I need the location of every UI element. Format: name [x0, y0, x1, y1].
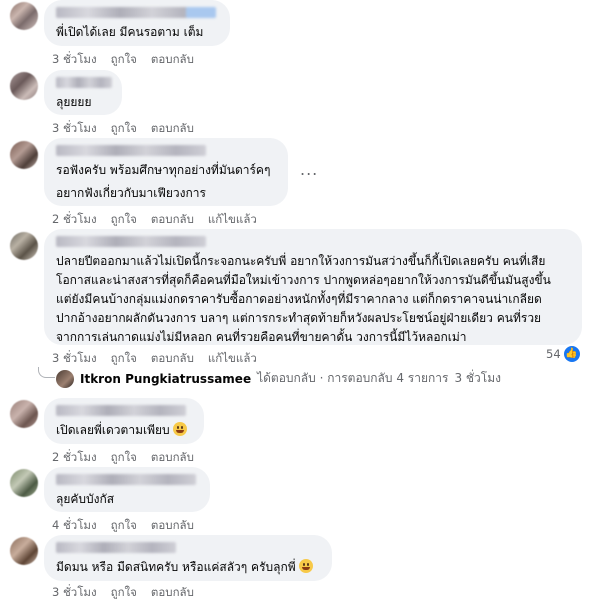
- avatar[interactable]: [10, 141, 38, 169]
- like-link[interactable]: ถูกใจ: [111, 120, 137, 138]
- more-options-icon[interactable]: ...: [300, 160, 318, 179]
- reply-link[interactable]: ตอบกลับ: [151, 51, 194, 69]
- reply-link[interactable]: ตอบกลับ: [151, 211, 194, 229]
- comment-text: พี่เปิดได้เลย มีคนรอตาม เต็ม: [56, 25, 204, 39]
- view-replies-link[interactable]: Itkron Pungkiatrussamee ได้ตอบกลับ · การ…: [38, 367, 501, 388]
- reaction-summary[interactable]: 54 👍: [546, 346, 580, 362]
- grinning-emoji: [172, 422, 187, 436]
- blurred-author-name[interactable]: [56, 77, 112, 88]
- comment-bubble: มีดมน หรือ มืดสนิทครับ หรือแค่สลัวๆ ครับ…: [44, 535, 332, 581]
- comment-bubble: พี่เปิดได้เลย มีคนรอตาม เต็ม: [44, 0, 230, 46]
- like-link[interactable]: ถูกใจ: [111, 51, 137, 69]
- blurred-author-name[interactable]: [56, 542, 176, 553]
- avatar[interactable]: [10, 72, 38, 100]
- edited-label: แก้ไขแล้ว: [207, 212, 257, 226]
- avatar[interactable]: [10, 537, 38, 565]
- comment-bubble: ลุยยยย: [44, 70, 122, 115]
- comment-text: อยากฟังเกี่ยวกับมาเฟียวงการ: [56, 186, 206, 200]
- edited-label: แก้ไขแล้ว: [207, 351, 257, 365]
- comment-text: มีดมน หรือ มืดสนิทครับ หรือแค่สลัวๆ ครับ…: [56, 558, 320, 577]
- comment-time: 3 ชั่วโมง: [52, 121, 97, 135]
- like-link[interactable]: ถูกใจ: [111, 211, 137, 229]
- like-link[interactable]: ถูกใจ: [111, 517, 137, 535]
- grinning-emoji: [298, 559, 313, 573]
- blurred-author-name[interactable]: [56, 7, 216, 18]
- comment-actions: 3 ชั่วโมง ถูกใจ ตอบกลับ: [52, 51, 194, 69]
- comment-bubble: รอฟังครับ พร้อมศึกษาทุกอย่างที่มันดาร์คๆ…: [44, 138, 288, 206]
- reply-link[interactable]: ตอบกลับ: [151, 449, 194, 467]
- comment-text: ลุยยยย: [56, 95, 92, 109]
- comment-actions: 2 ชั่วโมง ถูกใจ ตอบกลับ แก้ไขแล้ว: [52, 211, 257, 229]
- reply-link[interactable]: ตอบกลับ: [151, 584, 194, 602]
- comment-actions: 2 ชั่วโมง ถูกใจ ตอบกลับ: [52, 449, 194, 467]
- like-link[interactable]: ถูกใจ: [111, 584, 137, 602]
- reply-link[interactable]: ตอบกลับ: [151, 517, 194, 535]
- reaction-count: 54: [546, 347, 561, 361]
- comment-text: ปลายปีตออกมาแล้วไม่เปิดนี้กระจอกนะครับพี…: [56, 254, 546, 268]
- comment-text: จากการเล่นกาดแม่งไม่มีหลอก คนที่รวยคือคน…: [56, 330, 467, 344]
- comment-text: รอฟังครับ พร้อมศึกษาทุกอย่างที่มันดาร์คๆ: [56, 163, 271, 177]
- comment-actions: 4 ชั่วโมง ถูกใจ ตอบกลับ: [52, 517, 194, 535]
- comment-bubble: ลุยคับบังกัส: [44, 467, 210, 512]
- like-reaction-icon: 👍: [563, 346, 580, 362]
- comment-text: ลุยคับบังกัส: [56, 492, 115, 506]
- comment-text: เปิดเลยพี่เดวตามเพียบ: [56, 421, 192, 440]
- comment-time: 3 ชั่วโมง: [52, 351, 97, 365]
- reply-time: 3 ชั่วโมง: [454, 371, 501, 385]
- reply-author-name: Itkron Pungkiatrussamee: [80, 371, 252, 386]
- avatar[interactable]: [10, 232, 38, 260]
- comment-text: ปากอ้างอยากผลักดันวงการ บลาๆ แต่การกระทำ…: [56, 311, 542, 325]
- comment-time: 2 ชั่วโมง: [52, 212, 97, 226]
- comment-time: 4 ชั่วโมง: [52, 518, 97, 532]
- comment-actions: 3 ชั่วโมง ถูกใจ ตอบกลับ: [52, 584, 194, 602]
- avatar[interactable]: [10, 469, 38, 497]
- blurred-author-name[interactable]: [56, 474, 196, 485]
- comment-time: 3 ชั่วโมง: [52, 585, 97, 599]
- comment-time: 2 ชั่วโมง: [52, 450, 97, 464]
- comment-bubble: เปิดเลยพี่เดวตามเพียบ: [44, 398, 204, 444]
- avatar[interactable]: [10, 2, 38, 30]
- like-link[interactable]: ถูกใจ: [111, 449, 137, 467]
- avatar: [56, 369, 74, 388]
- reply-connector-icon: [38, 367, 55, 378]
- blurred-author-name[interactable]: [56, 145, 206, 156]
- comment-time: 3 ชั่วโมง: [52, 52, 97, 66]
- comment-actions: 3 ชั่วโมง ถูกใจ ตอบกลับ แก้ไขแล้ว: [52, 350, 257, 368]
- comment-text: โอกาสและน่าสงสารที่สุดก็คือคนที่มือใหม่เ…: [56, 273, 551, 287]
- comment-actions: 3 ชั่วโมง ถูกใจ ตอบกลับ: [52, 120, 194, 138]
- reply-summary-text: ได้ตอบกลับ · การตอบกลับ 4 รายการ: [257, 371, 449, 385]
- blurred-author-name[interactable]: [56, 236, 206, 247]
- reply-link[interactable]: ตอบกลับ: [151, 120, 194, 138]
- comment-bubble: ปลายปีตออกมาแล้วไม่เปิดนี้กระจอกนะครับพี…: [44, 229, 582, 345]
- blurred-author-name[interactable]: [56, 405, 186, 416]
- avatar[interactable]: [10, 400, 38, 428]
- like-link[interactable]: ถูกใจ: [111, 350, 137, 368]
- comment-text: แต่ยังมีคนบ้างกลุ่มแม่งกดราคารับซื้อกาดอ…: [56, 292, 542, 306]
- reply-link[interactable]: ตอบกลับ: [151, 350, 194, 368]
